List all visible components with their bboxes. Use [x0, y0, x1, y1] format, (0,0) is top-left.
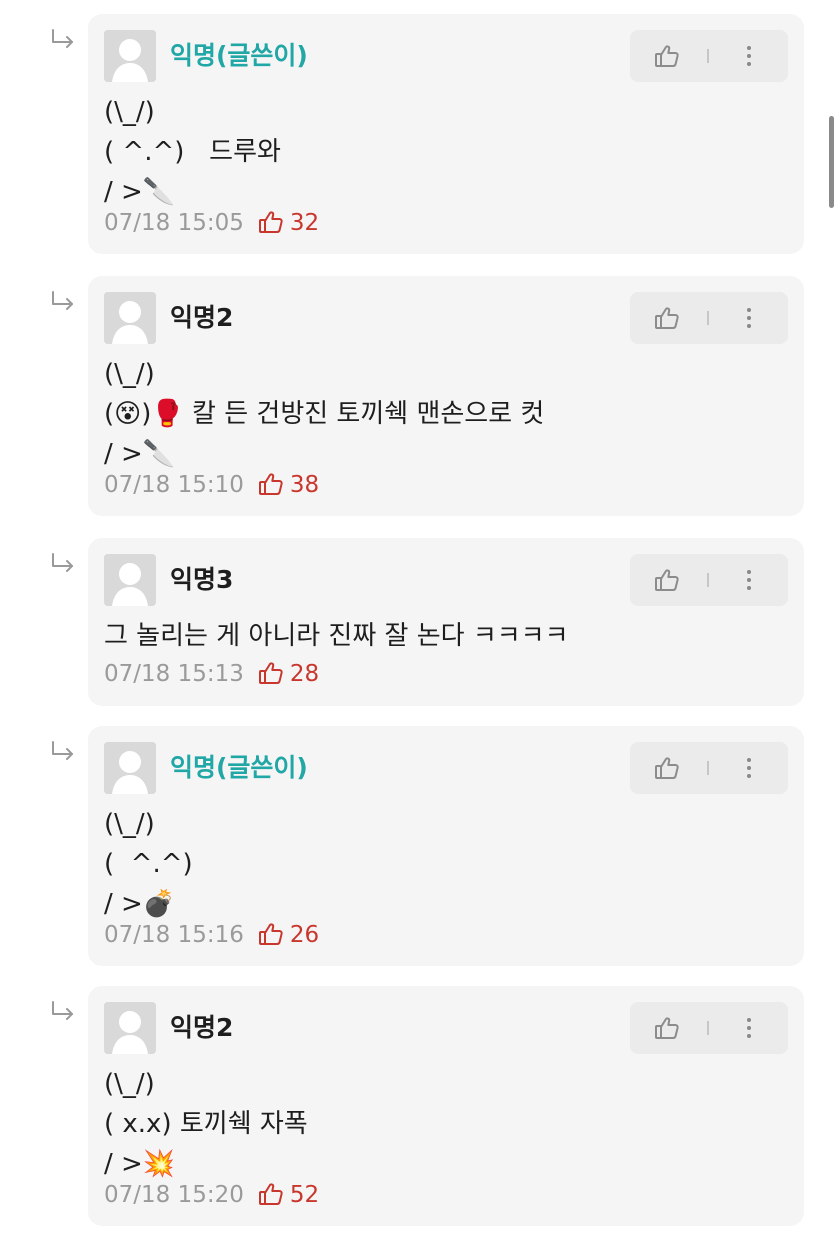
- comment-actions: [630, 1002, 788, 1054]
- comment-card: 익명(글쓴이) (\_/) ( ^.^) / >💣 07/18 15:16 26: [88, 726, 804, 966]
- more-options-button[interactable]: [742, 305, 756, 331]
- action-divider: [707, 311, 709, 325]
- action-divider: [707, 49, 709, 63]
- comment-meta: 07/18 15:16 26: [104, 919, 319, 951]
- comment-author[interactable]: 익명3: [170, 562, 233, 598]
- like-count: 32: [289, 210, 320, 236]
- comment-text-line: / >💥: [104, 1149, 176, 1179]
- comment-card: 익명3 그 놀리는 게 아니라 진짜 잘 논다 ㅋㅋㅋㅋ 07/18 15:13 28: [88, 538, 804, 706]
- thumbs-up-icon: [258, 210, 284, 234]
- reply-arrow-icon: [50, 1000, 76, 1024]
- comment-text-line: / >🔪: [104, 177, 176, 207]
- reply-arrow-icon: [50, 552, 76, 576]
- reply-arrow-icon: [50, 290, 76, 314]
- comment-author[interactable]: 익명2: [170, 1010, 233, 1046]
- like-count: 28: [289, 661, 320, 687]
- more-options-button[interactable]: [742, 43, 756, 69]
- thumbs-up-icon: [258, 472, 284, 496]
- thumbs-up-icon: [258, 922, 284, 946]
- comment-body: (\_/) (😵)🥊 칼 든 건방진 토끼쉑 맨손으로 컷 / >🔪: [104, 354, 784, 474]
- thumbs-up-icon: [258, 661, 284, 685]
- comment-body: 그 놀리는 게 아니라 진짜 잘 논다 ㅋㅋㅋㅋ: [104, 616, 784, 656]
- like-count: 52: [289, 1182, 320, 1208]
- comment-text-line: (\_/): [104, 809, 155, 839]
- comment-text-line: ( ^.^): [104, 849, 193, 879]
- comment-card: 익명(글쓴이) (\_/) ( ^.^) 드루와 / >🔪 07/18 15:05 32: [88, 14, 804, 254]
- comment-text-line: (\_/): [104, 359, 155, 389]
- comment-timestamp: 07/18 15:05: [104, 210, 244, 236]
- action-divider: [707, 573, 709, 587]
- like-button[interactable]: [654, 306, 680, 330]
- comment-text-line: / >💣: [104, 889, 176, 919]
- comment-text-line: ( ^.^) 드루와: [104, 137, 281, 167]
- thumbs-up-icon: [654, 757, 680, 784]
- scrollbar[interactable]: [829, 116, 834, 208]
- thumbs-up-icon: [654, 307, 680, 334]
- comment-timestamp: 07/18 15:13: [104, 661, 244, 687]
- avatar[interactable]: [104, 30, 156, 82]
- thumbs-up-icon: [654, 45, 680, 72]
- avatar[interactable]: [104, 1002, 156, 1054]
- comment-body: (\_/) ( ^.^) 드루와 / >🔪: [104, 92, 784, 212]
- comment-timestamp: 07/18 15:16: [104, 922, 244, 948]
- comment-meta: 07/18 15:13 28: [104, 658, 319, 690]
- like-button[interactable]: [654, 1016, 680, 1040]
- reply-arrow-icon: [50, 28, 76, 52]
- comment-text-line: ( x.x) 토끼쉑 자폭: [104, 1109, 308, 1139]
- comment-text-line: (\_/): [104, 97, 155, 127]
- comment-actions: [630, 292, 788, 344]
- comment-text-line: 그 놀리는 게 아니라 진짜 잘 논다 ㅋㅋㅋㅋ: [104, 621, 569, 651]
- comment-author[interactable]: 익명2: [170, 300, 233, 336]
- reply-arrow-icon: [50, 740, 76, 764]
- comment-text-line: (😵)🥊 칼 든 건방진 토끼쉑 맨손으로 컷: [104, 399, 545, 429]
- comment-meta: 07/18 15:05 32: [104, 207, 319, 239]
- comment-timestamp: 07/18 15:20: [104, 1182, 244, 1208]
- comment-body: (\_/) ( ^.^) / >💣: [104, 804, 784, 924]
- comment-body: (\_/) ( x.x) 토끼쉑 자폭 / >💥: [104, 1064, 784, 1184]
- comment-actions: [630, 742, 788, 794]
- like-button[interactable]: [654, 756, 680, 780]
- action-divider: [707, 761, 709, 775]
- comment-meta: 07/18 15:20 52: [104, 1179, 319, 1211]
- comment-card: 익명2 (\_/) (😵)🥊 칼 든 건방진 토끼쉑 맨손으로 컷 / >🔪 07/18…: [88, 276, 804, 516]
- more-options-button[interactable]: [742, 755, 756, 781]
- like-button[interactable]: [654, 568, 680, 592]
- action-divider: [707, 1021, 709, 1035]
- like-count: 26: [289, 922, 320, 948]
- comment-meta: 07/18 15:10 38: [104, 469, 319, 501]
- comment-text-line: / >🔪: [104, 439, 176, 469]
- comment-actions: [630, 30, 788, 82]
- comment-actions: [630, 554, 788, 606]
- avatar[interactable]: [104, 554, 156, 606]
- comment-text-line: (\_/): [104, 1069, 155, 1099]
- comment-timestamp: 07/18 15:10: [104, 472, 244, 498]
- avatar[interactable]: [104, 292, 156, 344]
- like-count: 38: [289, 472, 320, 498]
- comment-author[interactable]: 익명(글쓴이): [170, 38, 308, 74]
- thumbs-up-icon: [654, 569, 680, 596]
- comment-author[interactable]: 익명(글쓴이): [170, 750, 308, 786]
- thumbs-up-icon: [258, 1182, 284, 1206]
- avatar[interactable]: [104, 742, 156, 794]
- comment-card: 익명2 (\_/) ( x.x) 토끼쉑 자폭 / >💥 07/18 15:20 52: [88, 986, 804, 1226]
- like-button[interactable]: [654, 44, 680, 68]
- thumbs-up-icon: [654, 1017, 680, 1044]
- more-options-button[interactable]: [742, 1015, 756, 1041]
- more-options-button[interactable]: [742, 567, 756, 593]
